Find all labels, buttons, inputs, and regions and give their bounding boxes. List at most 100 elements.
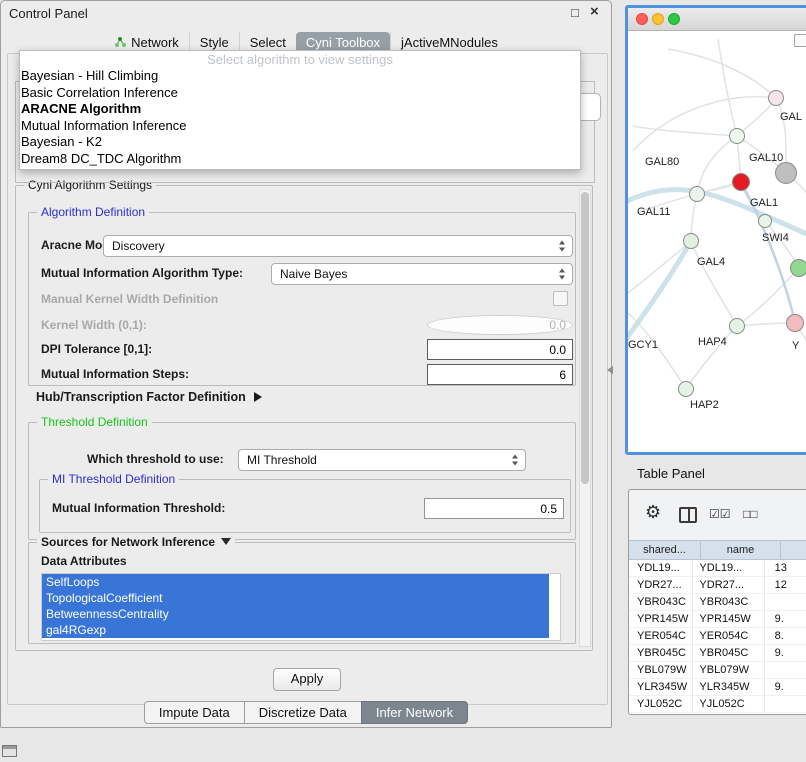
close-window-icon[interactable]: × (590, 3, 599, 20)
show-columns-icon[interactable] (679, 507, 697, 523)
group-title: Threshold Definition (37, 415, 152, 430)
apply-button[interactable]: Apply (273, 668, 341, 691)
node-label: GAL10 (749, 152, 783, 164)
node-label: GAL1 (750, 197, 778, 209)
group-title: Algorithm Definition (37, 205, 149, 220)
group-title: MI Threshold Definition (48, 472, 179, 487)
algorithm-option[interactable]: Basic Correlation Inference (20, 85, 580, 102)
tab-label: jActiveMNodules (401, 35, 498, 50)
table-cell: YJL052C (629, 696, 693, 712)
table-row[interactable]: YBR043CYBR043C (629, 594, 806, 611)
table-cell: YBR043C (693, 594, 764, 610)
select-all-columns-icon[interactable]: ☑☑ (709, 507, 731, 521)
node-label: GAL4 (697, 256, 725, 268)
network-node[interactable] (775, 162, 797, 184)
mi-algorithm-type-label: Mutual Information Algorithm Type: (41, 266, 243, 280)
network-node[interactable] (689, 186, 705, 202)
sources-group-title[interactable]: Sources for Network Inference (37, 535, 235, 550)
attribute-list-item[interactable]: gal4RGexp (42, 622, 549, 638)
updown-arrows-icon (559, 241, 566, 252)
table-cell: 9. (765, 645, 806, 661)
table-cell: YBL079W (693, 662, 764, 678)
table-row[interactable]: YDR27...YDR27...12 (629, 577, 806, 594)
table-cell: 9. (765, 611, 806, 627)
mi-steps-input[interactable] (427, 364, 573, 385)
threshold-definition-group: Threshold Definition Which threshold to … (28, 422, 576, 540)
network-canvas[interactable]: GALGAL80GAL10GAL11GAL1SWI4GAL4GCY1HAP4YH… (628, 31, 806, 452)
mi-algorithm-type-select[interactable]: Naive Bayes (271, 263, 573, 285)
table-row[interactable]: YER054CYER054C8. (629, 628, 806, 645)
network-node[interactable] (678, 381, 694, 397)
network-node[interactable] (732, 173, 750, 191)
table-row[interactable]: YPR145WYPR145W9. (629, 611, 806, 628)
updown-arrows-icon (559, 269, 566, 280)
float-window-icon[interactable]: □ (571, 5, 579, 20)
tab-label: Network (131, 35, 179, 50)
network-node[interactable] (786, 314, 804, 332)
aracne-mode-select[interactable]: Discovery (103, 235, 573, 257)
table-cell: YER054C (629, 628, 693, 644)
algorithm-option[interactable]: Dream8 DC_TDC Algorithm (20, 151, 580, 168)
cyni-algorithm-settings-group: Cyni Algorithm Settings Algorithm Defini… (15, 185, 593, 651)
network-node[interactable] (729, 318, 745, 334)
panel-splitter-collapse-handle[interactable] (607, 366, 613, 374)
attribute-list-item[interactable]: SelfLoops (42, 574, 549, 590)
attribute-list-item[interactable]: TopologicalCoefficient (42, 590, 549, 606)
minimized-panel-icon[interactable] (2, 745, 17, 757)
selected-value: Discovery (112, 239, 165, 253)
settings-scrollbar (579, 189, 591, 647)
control-panel-window: Control Panel □ × Network Style Select C… (0, 0, 612, 728)
scrollbar-thumb[interactable] (581, 192, 589, 484)
canvas-scroll-corner[interactable] (794, 34, 806, 47)
which-threshold-select[interactable]: MI Threshold (238, 449, 526, 471)
deselect-all-columns-icon[interactable]: □□ (743, 507, 758, 521)
node-label: GAL11 (637, 206, 670, 218)
selected-value: Naive Bayes (280, 267, 347, 281)
network-node[interactable] (729, 128, 745, 144)
table-panel-window: ⚙ ☑☑ □□ shared...name YDL19...YDL19...13… (628, 489, 806, 715)
table-row[interactable]: YJL052CYJL052C (629, 696, 806, 713)
table-cell: YJL052C (693, 696, 764, 712)
algorithm-option[interactable]: ARACNE Algorithm (20, 101, 580, 118)
data-attributes-label: Data Attributes (41, 554, 127, 568)
tab-impute-data[interactable]: Impute Data (144, 701, 245, 724)
manual-kernel-width-checkbox[interactable] (553, 291, 568, 306)
network-node[interactable] (768, 90, 784, 106)
table-cell: YBR043C (629, 594, 693, 610)
sources-title-label: Sources for Network Inference (41, 535, 215, 549)
algorithm-option[interactable]: Bayesian - K2 (20, 134, 580, 151)
algorithm-option[interactable]: Bayesian - Hill Climbing (20, 68, 580, 85)
network-node[interactable] (758, 214, 772, 228)
table-row[interactable]: YLR345WYLR345W9. (629, 679, 806, 696)
updown-arrows-icon (512, 455, 519, 466)
network-node[interactable] (790, 259, 806, 277)
node-label: GAL80 (645, 156, 679, 168)
mi-threshold-input[interactable] (424, 498, 564, 519)
close-traffic-light[interactable] (636, 13, 648, 25)
hub-definition-toggle[interactable]: Hub/Transcription Factor Definition (36, 390, 262, 404)
column-header[interactable] (781, 540, 806, 560)
algorithm-dropdown-popup: Select algorithm to view settings Bayesi… (19, 50, 581, 170)
bottom-tabbar: Impute Data Discretize Data Infer Networ… (1, 701, 611, 724)
tab-infer-network[interactable]: Infer Network (361, 701, 468, 724)
tab-discretize-data[interactable]: Discretize Data (244, 701, 362, 724)
attribute-list-item[interactable]: BetweennessCentrality (42, 606, 549, 622)
node-label: SWI4 (762, 232, 789, 244)
table-row[interactable]: YBL079WYBL079W (629, 662, 806, 679)
dpi-tolerance-input[interactable] (427, 339, 573, 360)
kernel-width-input[interactable] (427, 315, 573, 335)
zoom-traffic-light[interactable] (668, 13, 680, 25)
column-header[interactable]: shared... (629, 540, 701, 560)
column-header[interactable]: name (701, 540, 781, 560)
table-cell: 9. (765, 679, 806, 695)
table-cell: YPR145W (629, 611, 693, 627)
table-row[interactable]: YBR045CYBR045C9. (629, 645, 806, 662)
network-node[interactable] (683, 233, 699, 249)
table-row[interactable]: YDL19...YDL19...13 (629, 560, 806, 577)
table-cell: YDL19... (693, 560, 764, 576)
algorithm-option[interactable]: Mutual Information Inference (20, 118, 580, 135)
table-cell: YLR345W (693, 679, 764, 695)
dpi-tolerance-label: DPI Tolerance [0,1]: (41, 342, 152, 356)
minimize-traffic-light[interactable] (652, 13, 664, 25)
table-settings-gear-icon[interactable]: ⚙ (645, 502, 661, 523)
